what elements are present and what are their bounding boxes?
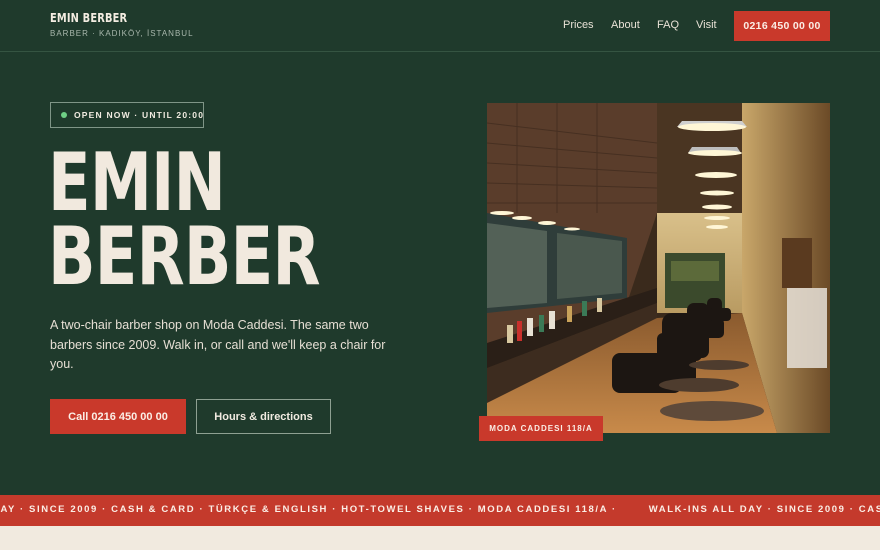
- location-tag: MODA CADDESI 118/A: [479, 416, 603, 441]
- hero-title-line-2: BERBER: [48, 210, 321, 303]
- status-dot-icon: [61, 112, 67, 118]
- ticker-track: DAY · SINCE 2009 · CASH & CARD · TÜRKÇE …: [0, 504, 880, 515]
- ticker-segment-b: WALK-INS ALL DAY · SINCE 2009 · CASH & C…: [648, 504, 880, 515]
- next-section-edge: [0, 526, 880, 550]
- site-header: EMIN BERBER BARBER · KADIKÖY, İSTANBUL P…: [0, 0, 880, 52]
- hero-title-line-1: EMIN: [48, 136, 226, 229]
- shop-interior-photo: [487, 103, 830, 433]
- barbershop-illustration: [487, 103, 830, 433]
- nav-prices[interactable]: Prices: [563, 19, 594, 31]
- brand-tagline: BARBER · KADIKÖY, İSTANBUL: [50, 29, 194, 38]
- info-ticker: DAY · SINCE 2009 · CASH & CARD · TÜRKÇE …: [0, 495, 880, 526]
- brand-name[interactable]: EMIN BERBER: [50, 11, 168, 25]
- header-call-button[interactable]: 0216 450 00 00: [734, 11, 830, 41]
- hero-description: A two-chair barber shop on Moda Caddesi.…: [50, 318, 386, 371]
- nav-visit[interactable]: Visit: [696, 19, 717, 31]
- hero-title: EMIN BERBER: [48, 136, 321, 303]
- call-button[interactable]: Call 0216 450 00 00: [50, 399, 186, 434]
- brand[interactable]: EMIN BERBER BARBER · KADIKÖY, İSTANBUL: [50, 11, 194, 38]
- open-status-badge: OPEN NOW · UNTIL 20:00: [50, 102, 204, 128]
- hours-directions-button[interactable]: Hours & directions: [196, 399, 331, 434]
- nav-faq[interactable]: FAQ: [657, 19, 679, 31]
- nav-about[interactable]: About: [611, 19, 640, 31]
- ticker-segment-a: DAY · SINCE 2009 · CASH & CARD · TÜRKÇE …: [0, 504, 617, 515]
- open-status-text: OPEN NOW · UNTIL 20:00: [74, 110, 205, 120]
